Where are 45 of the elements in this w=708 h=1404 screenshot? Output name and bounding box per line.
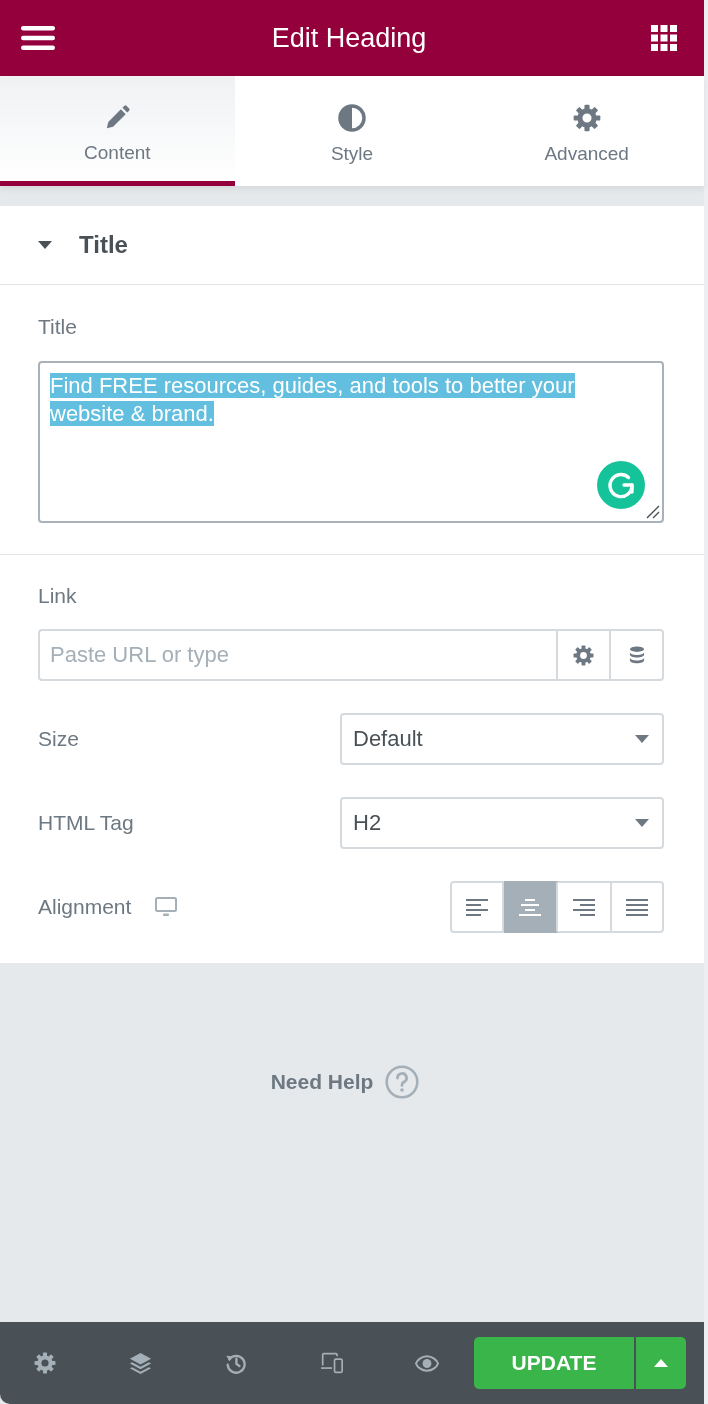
gear-icon	[573, 644, 594, 666]
align-right-icon	[573, 898, 595, 916]
settings-icon	[34, 1352, 56, 1374]
help-link[interactable]: Need Help	[270, 1063, 420, 1101]
menu-icon	[21, 26, 55, 50]
caret-down-icon	[635, 735, 649, 743]
resize-handle-icon	[646, 505, 660, 519]
gear-icon	[572, 104, 601, 132]
apps-grid-icon	[651, 25, 677, 51]
layers-icon	[129, 1351, 152, 1375]
question-circle-icon	[385, 1065, 420, 1099]
align-left-button[interactable]	[450, 881, 504, 933]
field-label: HTML Tag	[38, 810, 134, 836]
field-label: Title	[38, 314, 78, 340]
tab[interactable]: Advanced	[469, 76, 704, 186]
update-button[interactable]: UPDATE	[474, 1337, 634, 1389]
html-tag-select[interactable]: H2	[340, 797, 664, 849]
caret-down-icon[interactable]	[38, 241, 52, 249]
eye-icon	[415, 1354, 439, 1372]
caret-up-icon	[654, 1359, 668, 1367]
contrast-icon	[338, 104, 366, 132]
align-left-icon	[466, 898, 488, 916]
align-center-icon	[519, 898, 541, 916]
desktop-icon	[155, 897, 178, 917]
apps-button[interactable]	[651, 25, 677, 51]
align-justify-button[interactable]	[612, 881, 664, 933]
devices-icon	[319, 1352, 344, 1374]
history-icon	[225, 1352, 247, 1374]
tab[interactable]: Content	[0, 76, 235, 186]
field-label: Size	[38, 726, 79, 752]
align-right-button[interactable]	[558, 881, 612, 933]
align-justify-icon	[626, 898, 648, 916]
dynamic-tags-button[interactable]	[609, 629, 664, 681]
size-select[interactable]: Default	[340, 713, 664, 765]
field-label: Alignment	[38, 894, 132, 920]
section-title[interactable]: Title	[79, 231, 128, 259]
tab[interactable]: Style	[234, 76, 470, 186]
g-circle-icon	[597, 461, 645, 509]
url-input[interactable]: Paste URL or type	[38, 629, 556, 681]
menu-button[interactable]	[21, 26, 55, 50]
caret-down-icon	[635, 819, 649, 827]
field-label: Link	[38, 583, 78, 609]
title-text: Find FREE resources, guides, and tools to better your website & brand.	[50, 372, 576, 428]
link-options-button[interactable]	[556, 629, 609, 681]
panel-title: Edit Heading	[271, 22, 427, 54]
